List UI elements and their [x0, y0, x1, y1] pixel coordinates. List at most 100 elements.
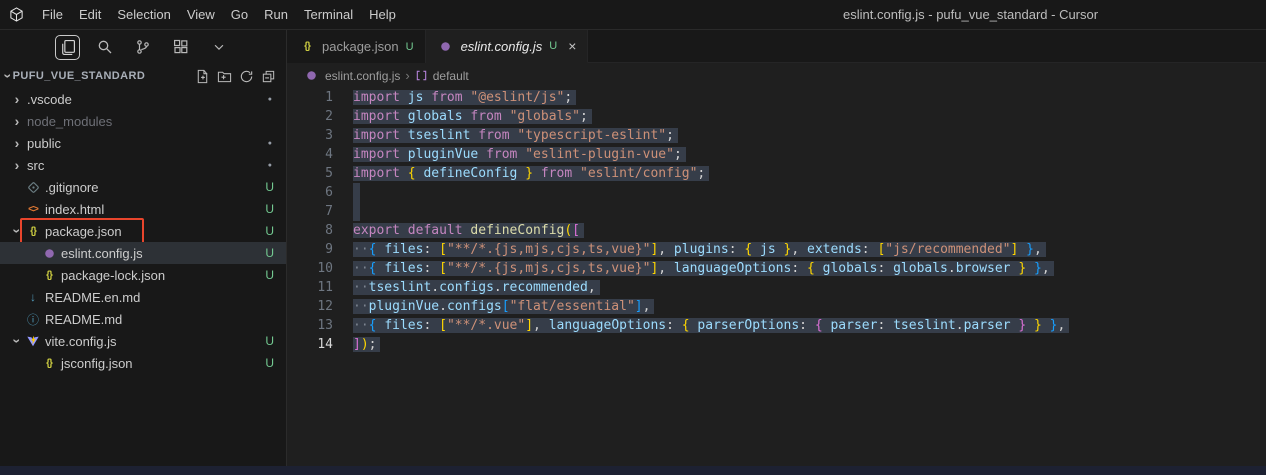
source-control-icon[interactable]: [131, 35, 156, 60]
tree-item-eslint.config.js[interactable]: eslint.config.js U: [0, 242, 286, 264]
menu-terminal[interactable]: Terminal: [296, 0, 361, 30]
menu-edit[interactable]: Edit: [71, 0, 109, 30]
menu-file[interactable]: File: [34, 0, 71, 30]
code-line-2[interactable]: 2 import globals from "globals";: [287, 107, 1266, 126]
line-number: 7: [325, 204, 333, 219]
code-line-3[interactable]: 3 import tseslint from "typescript-eslint…: [287, 126, 1266, 145]
file-label: node_modules: [27, 113, 113, 129]
code-line-11[interactable]: 11 ··tseslint.configs.recommended,: [287, 278, 1266, 297]
tree-item-public[interactable]: › public ●: [0, 132, 286, 154]
collapse-all-icon[interactable]: [261, 69, 276, 84]
modified-dot: ●: [267, 95, 272, 103]
line-number: 13: [317, 318, 333, 333]
file-label: .gitignore: [45, 179, 99, 195]
git-status-badge: U: [265, 268, 274, 282]
code-line-12[interactable]: 12 ··pluginVue.configs["flat/essential"],: [287, 297, 1266, 316]
code-line-8[interactable]: 8 export default defineConfig([: [287, 221, 1266, 240]
menu-go[interactable]: Go: [223, 0, 256, 30]
tree-item-README.md[interactable]: ⓘ README.md: [0, 308, 286, 330]
breadcrumb: eslint.config.js › default: [287, 63, 1266, 88]
code-line-content: import pluginVue from "eslint-plugin-vue…: [333, 145, 686, 164]
line-number: 5: [325, 166, 333, 181]
breadcrumb-symbol[interactable]: default: [433, 69, 469, 83]
code-line-content: import js from "@eslint/js";: [333, 88, 577, 107]
tree-item-vite.config.js[interactable]: › vite.config.js U: [0, 330, 286, 352]
search-icon[interactable]: [93, 35, 118, 60]
info-icon: ⓘ: [26, 312, 39, 327]
code-line-content: [333, 183, 360, 202]
chevron-right-icon[interactable]: ›: [10, 114, 24, 128]
tab-label: package.json: [322, 39, 399, 54]
json-icon: {}: [46, 357, 53, 369]
chevron-right-icon[interactable]: ›: [10, 136, 24, 150]
code-line-13[interactable]: 13 ··{ files: ["**/*.vue"], languageOptio…: [287, 316, 1266, 335]
file-label: vite.config.js: [45, 333, 117, 349]
line-number: 12: [317, 299, 333, 314]
line-number: 4: [325, 147, 333, 162]
code-line-9[interactable]: 9 ··{ files: ["**/*.{js,mjs,cjs,ts,vue}"]…: [287, 240, 1266, 259]
tree-item-.gitignore[interactable]: .gitignore U: [0, 176, 286, 198]
chevron-down-icon[interactable]: ›: [9, 224, 25, 238]
menu-bar: File Edit Selection View Go Run Terminal Help: [34, 0, 404, 29]
tree-item-jsconfig.json[interactable]: {} jsconfig.json U: [0, 352, 286, 374]
code-line-6[interactable]: 6: [287, 183, 1266, 202]
line-number: 14: [317, 337, 333, 352]
tab-label: eslint.config.js: [460, 38, 543, 54]
refresh-icon[interactable]: [239, 69, 254, 84]
code-line-4[interactable]: 4 import pluginVue from "eslint-plugin-vu…: [287, 145, 1266, 164]
code-area[interactable]: 1 import js from "@eslint/js"; 2 import glo…: [287, 88, 1266, 466]
cursor-logo-icon: [9, 7, 24, 22]
menu-selection[interactable]: Selection: [109, 0, 178, 30]
tree-item-README.en.md[interactable]: ↓ README.en.md: [0, 286, 286, 308]
tree-item-package-lock.json[interactable]: {} package-lock.json U: [0, 264, 286, 286]
chevron-right-icon[interactable]: ›: [10, 158, 24, 172]
file-label: README.en.md: [45, 289, 141, 305]
tab-package.json[interactable]: {} package.json U: [287, 30, 426, 63]
menu-view[interactable]: View: [179, 0, 223, 30]
close-icon[interactable]: ×: [568, 39, 576, 53]
symbol-icon: [415, 69, 428, 82]
explorer-root-label[interactable]: PUFU_VUE_STANDARD: [13, 70, 146, 82]
code-line-content: import globals from "globals";: [333, 107, 592, 126]
file-tree: › .vscode ● › node_modules › public ● › src ● .giti…: [0, 88, 286, 466]
extensions-icon[interactable]: [169, 35, 194, 60]
code-line-7[interactable]: 7: [287, 202, 1266, 221]
git-icon: [24, 181, 42, 194]
tree-item-.vscode[interactable]: › .vscode ●: [0, 88, 286, 110]
code-line-content: [333, 202, 360, 221]
file-label: package-lock.json: [61, 267, 166, 283]
tab-eslint.config.js[interactable]: eslint.config.js U ×: [425, 30, 589, 63]
title-bar: File Edit Selection View Go Run Terminal Help e…: [0, 0, 1266, 30]
new-folder-icon[interactable]: [217, 69, 232, 84]
code-line-10[interactable]: 10 ··{ files: ["**/*.{js,mjs,cjs,ts,vue}"…: [287, 259, 1266, 278]
line-number: 8: [325, 223, 333, 238]
eslint-icon: [437, 40, 455, 53]
chevron-down-icon[interactable]: ›: [9, 334, 25, 348]
chevron-right-icon[interactable]: ›: [10, 92, 24, 106]
menu-help[interactable]: Help: [361, 0, 404, 30]
new-file-icon[interactable]: [195, 69, 210, 84]
tree-item-package.json[interactable]: › {} package.json U: [0, 218, 286, 244]
tree-item-node_modules[interactable]: › node_modules: [0, 110, 286, 132]
git-status-badge: U: [265, 246, 274, 260]
tree-item-index.html[interactable]: <> index.html U: [0, 198, 286, 220]
git-status-badge: U: [265, 356, 274, 370]
html-icon: <>: [28, 203, 39, 215]
menu-run[interactable]: Run: [256, 0, 296, 30]
breadcrumb-file[interactable]: eslint.config.js: [325, 69, 400, 83]
chevron-down-icon[interactable]: [207, 35, 232, 60]
git-status-badge: U: [265, 180, 274, 194]
line-number: 11: [317, 280, 333, 295]
window-title: eslint.config.js - pufu_vue_standard - C…: [843, 7, 1099, 22]
files-icon[interactable]: [54, 34, 80, 60]
chevron-down-icon[interactable]: ›: [0, 74, 16, 79]
git-status-badge: U: [549, 40, 558, 52]
code-line-14[interactable]: 14]);: [287, 335, 1266, 354]
code-line-1[interactable]: 1 import js from "@eslint/js";: [287, 88, 1266, 107]
modified-dot: ●: [267, 161, 272, 169]
json-icon: {}: [46, 269, 53, 281]
code-line-5[interactable]: 5 import { defineConfig } from "eslint/co…: [287, 164, 1266, 183]
line-number: 9: [325, 242, 333, 257]
vite-icon: [24, 334, 42, 348]
tree-item-src[interactable]: › src ●: [0, 154, 286, 176]
